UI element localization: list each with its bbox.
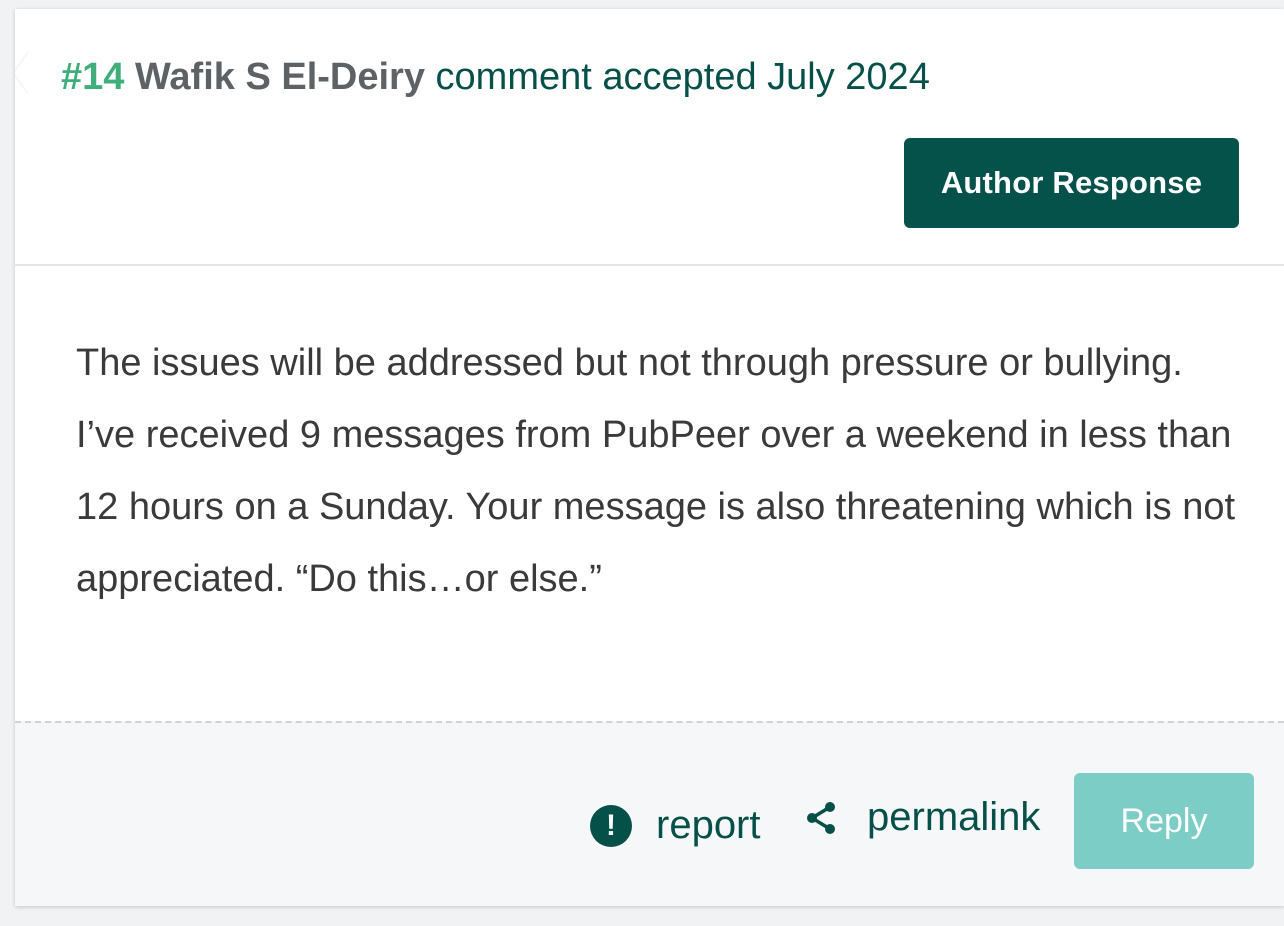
comment-header: #14 Wafik S El-Deiry comment accepted Ju… <box>15 9 1284 266</box>
report-label: report <box>656 803 761 847</box>
permalink-link[interactable]: permalink <box>803 795 1040 840</box>
comment-meta: comment accepted July 2024 <box>435 56 930 98</box>
comment-heading: #14 Wafik S El-Deiry comment accepted Ju… <box>61 53 930 101</box>
author-name[interactable]: Wafik S El-Deiry <box>135 56 425 98</box>
comment-body: The issues will be addressed but not thr… <box>76 342 1236 600</box>
report-link[interactable]: ! report <box>590 803 761 848</box>
comment-number[interactable]: #14 <box>61 56 124 98</box>
exclamation-circle-icon: ! <box>590 804 632 847</box>
comment-card: #14 Wafik S El-Deiry comment accepted Ju… <box>15 9 1284 906</box>
permalink-label: permalink <box>867 795 1041 839</box>
reply-button[interactable]: Reply <box>1074 773 1254 869</box>
author-response-badge: Author Response <box>904 138 1239 228</box>
comment-footer: ! report permalink Reply <box>15 721 1284 906</box>
share-icon <box>803 800 839 836</box>
